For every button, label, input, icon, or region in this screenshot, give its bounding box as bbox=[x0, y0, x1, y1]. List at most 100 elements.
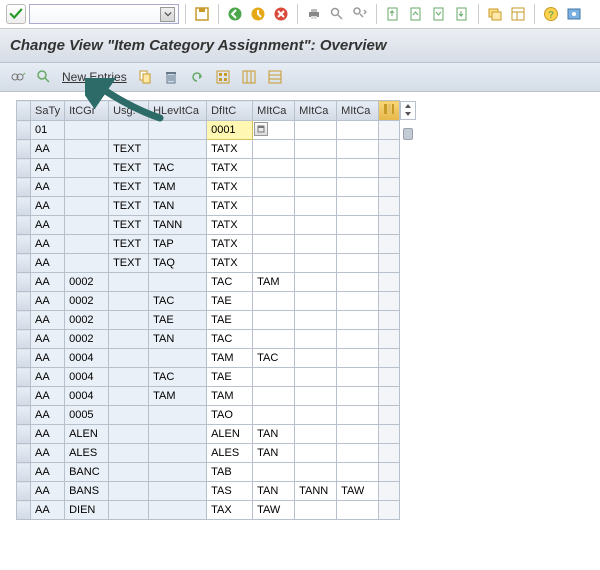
cell-saty[interactable]: AA bbox=[31, 406, 65, 425]
cancel-icon[interactable] bbox=[271, 4, 291, 24]
cell-m3[interactable] bbox=[337, 406, 379, 425]
cell-m2[interactable] bbox=[295, 387, 337, 406]
cell-m3[interactable] bbox=[337, 501, 379, 520]
cell-saty[interactable]: AA bbox=[31, 178, 65, 197]
chevron-down-icon[interactable] bbox=[160, 7, 175, 22]
find-next-icon[interactable] bbox=[350, 4, 370, 24]
cell-m3[interactable] bbox=[337, 254, 379, 273]
cell-usg[interactable] bbox=[109, 349, 149, 368]
col-mitca3[interactable]: MItCa bbox=[337, 101, 379, 121]
cell-itcgr[interactable]: ALES bbox=[65, 444, 109, 463]
cell-hlev[interactable] bbox=[149, 273, 207, 292]
cell-m2[interactable] bbox=[295, 121, 337, 140]
cell-hlev[interactable]: TAM bbox=[149, 387, 207, 406]
cell-m2[interactable] bbox=[295, 273, 337, 292]
cell-itcgr[interactable] bbox=[65, 197, 109, 216]
cell-m1[interactable] bbox=[253, 216, 295, 235]
cell-m1[interactable] bbox=[253, 292, 295, 311]
cell-itcgr[interactable]: DIEN bbox=[65, 501, 109, 520]
cell-itcgr[interactable] bbox=[65, 159, 109, 178]
select-icon[interactable] bbox=[34, 67, 54, 87]
cell-saty[interactable]: 01 bbox=[31, 121, 65, 140]
cell-saty[interactable]: AA bbox=[31, 387, 65, 406]
cell-usg[interactable]: TEXT bbox=[109, 216, 149, 235]
scroll-thumb[interactable] bbox=[403, 128, 413, 140]
row-selector[interactable] bbox=[17, 501, 31, 520]
cell-m1[interactable] bbox=[253, 406, 295, 425]
row-selector[interactable] bbox=[17, 425, 31, 444]
cell-m1[interactable] bbox=[253, 311, 295, 330]
exit-icon[interactable] bbox=[248, 4, 268, 24]
back-icon[interactable] bbox=[225, 4, 245, 24]
cell-m2[interactable] bbox=[295, 178, 337, 197]
cell-itcgr[interactable]: ALEN bbox=[65, 425, 109, 444]
cell-m1[interactable]: TAN bbox=[253, 482, 295, 501]
cell-m2[interactable] bbox=[295, 330, 337, 349]
cell-itcgr[interactable]: BANS bbox=[65, 482, 109, 501]
find-icon[interactable] bbox=[327, 4, 347, 24]
cell-hlev[interactable] bbox=[149, 121, 207, 140]
cell-usg[interactable] bbox=[109, 330, 149, 349]
cell-m1[interactable] bbox=[253, 254, 295, 273]
row-selector[interactable] bbox=[17, 330, 31, 349]
cell-dfitc[interactable]: TAS bbox=[207, 482, 253, 501]
cell-dfitc[interactable]: TAX bbox=[207, 501, 253, 520]
cell-saty[interactable]: AA bbox=[31, 159, 65, 178]
row-selector[interactable] bbox=[17, 121, 31, 140]
cell-m2[interactable] bbox=[295, 444, 337, 463]
vertical-scrollbar[interactable] bbox=[400, 101, 416, 120]
cell-dfitc[interactable]: TAE bbox=[207, 311, 253, 330]
deselect-icon[interactable] bbox=[265, 67, 285, 87]
cell-hlev[interactable]: TAN bbox=[149, 197, 207, 216]
row-selector[interactable] bbox=[17, 387, 31, 406]
cell-m1[interactable] bbox=[253, 387, 295, 406]
cell-usg[interactable] bbox=[109, 482, 149, 501]
help-icon[interactable]: ? bbox=[541, 4, 561, 24]
select-block-icon[interactable] bbox=[239, 67, 259, 87]
copy-icon[interactable] bbox=[135, 67, 155, 87]
cell-m3[interactable] bbox=[337, 178, 379, 197]
cell-m1[interactable] bbox=[253, 463, 295, 482]
command-field[interactable] bbox=[29, 4, 179, 24]
cell-m1[interactable]: TAN bbox=[253, 444, 295, 463]
cell-hlev[interactable]: TAM bbox=[149, 178, 207, 197]
cell-hlev[interactable]: TAC bbox=[149, 159, 207, 178]
cell-dfitc[interactable]: TATX bbox=[207, 178, 253, 197]
row-selector[interactable] bbox=[17, 254, 31, 273]
cell-dfitc[interactable]: TATX bbox=[207, 197, 253, 216]
cell-dfitc[interactable]: TAE bbox=[207, 292, 253, 311]
cell-m2[interactable] bbox=[295, 501, 337, 520]
new-session-icon[interactable] bbox=[485, 4, 505, 24]
cell-usg[interactable] bbox=[109, 292, 149, 311]
cell-hlev[interactable] bbox=[149, 425, 207, 444]
cell-m2[interactable] bbox=[295, 254, 337, 273]
cell-usg[interactable]: TEXT bbox=[109, 235, 149, 254]
cell-m1[interactable] bbox=[253, 159, 295, 178]
print-icon[interactable] bbox=[304, 4, 324, 24]
cell-m2[interactable] bbox=[295, 425, 337, 444]
cell-saty[interactable]: AA bbox=[31, 501, 65, 520]
cell-itcgr[interactable] bbox=[65, 216, 109, 235]
cell-m3[interactable] bbox=[337, 235, 379, 254]
cell-itcgr[interactable]: 0004 bbox=[65, 349, 109, 368]
cell-m3[interactable] bbox=[337, 311, 379, 330]
cell-usg[interactable] bbox=[109, 121, 149, 140]
enter-button[interactable] bbox=[6, 4, 26, 24]
cell-dfitc[interactable]: 0001 bbox=[207, 121, 253, 140]
cell-itcgr[interactable]: 0002 bbox=[65, 292, 109, 311]
cell-saty[interactable]: AA bbox=[31, 273, 65, 292]
cell-dfitc[interactable]: TATX bbox=[207, 159, 253, 178]
cell-usg[interactable] bbox=[109, 406, 149, 425]
cell-hlev[interactable]: TAQ bbox=[149, 254, 207, 273]
cell-itcgr[interactable]: 0004 bbox=[65, 387, 109, 406]
cell-dfitc[interactable]: TATX bbox=[207, 140, 253, 159]
cell-m1[interactable]: TAM bbox=[253, 273, 295, 292]
cell-itcgr[interactable]: 0002 bbox=[65, 311, 109, 330]
cell-usg[interactable] bbox=[109, 463, 149, 482]
cell-m2[interactable] bbox=[295, 368, 337, 387]
cell-m2[interactable] bbox=[295, 159, 337, 178]
row-selector[interactable] bbox=[17, 140, 31, 159]
cell-itcgr[interactable]: 0004 bbox=[65, 368, 109, 387]
row-selector[interactable] bbox=[17, 197, 31, 216]
select-all-icon[interactable] bbox=[213, 67, 233, 87]
